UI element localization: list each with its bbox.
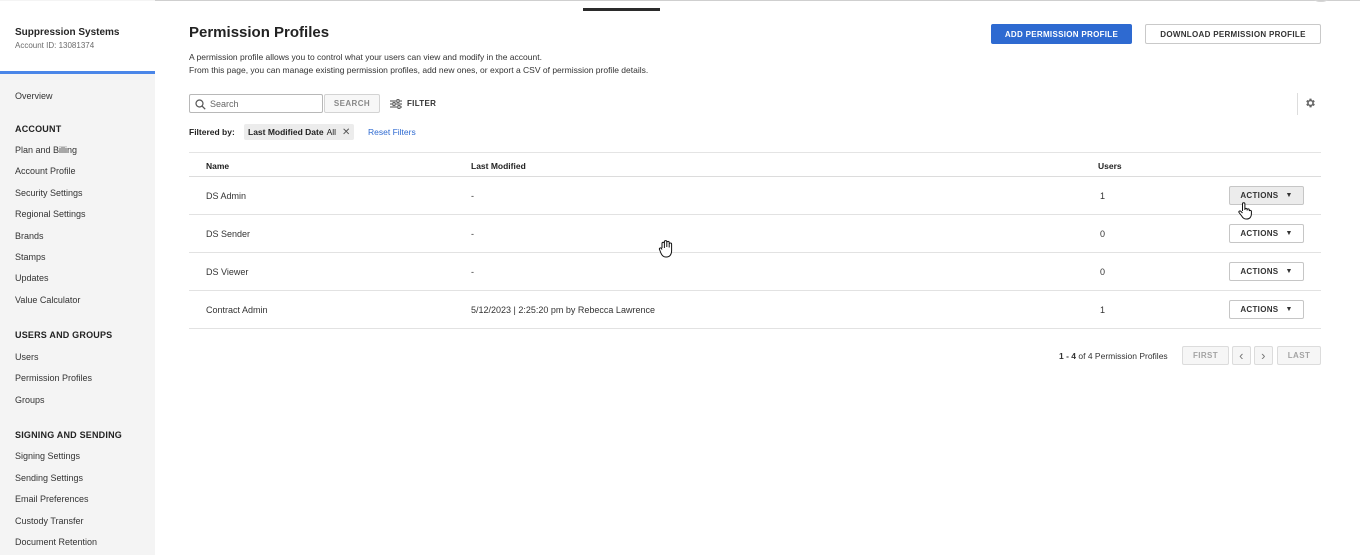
profile-name[interactable]: Contract Admin (206, 305, 268, 315)
last-modified: - (471, 267, 474, 277)
column-header-users[interactable]: Users (1098, 161, 1122, 171)
caret-down-icon: ▼ (1285, 192, 1293, 199)
actions-dropdown-button[interactable]: ACTIONS ▼ (1229, 224, 1304, 243)
last-modified: - (471, 229, 474, 239)
add-permission-profile-button[interactable]: ADD PERMISSION PROFILE (991, 24, 1132, 44)
search-icon (195, 99, 206, 110)
filter-chip-field: Last Modified Date (248, 127, 324, 137)
filter-label: FILTER (407, 99, 437, 108)
chevron-left-icon[interactable]: ‹ (1232, 346, 1251, 365)
window-drag-handle[interactable] (583, 8, 660, 11)
sidebar-item-users[interactable]: Users (15, 352, 39, 362)
filter-chip-value: All (326, 127, 337, 137)
permission-profiles-table: Name Last Modified Users DS Admin - 1 AC… (189, 152, 1321, 329)
page-description-line-2: From this page, you can manage existing … (189, 65, 649, 75)
sidebar-item-regional-settings[interactable]: Regional Settings (15, 209, 86, 219)
sidebar-item-email-preferences[interactable]: Email Preferences (15, 494, 89, 504)
window-top-border (0, 0, 1360, 1)
sidebar-item-overview[interactable]: Overview (15, 91, 53, 101)
caret-down-icon: ▼ (1285, 306, 1293, 313)
actions-label: ACTIONS (1240, 191, 1279, 200)
pagination-summary: 1 - 4 of 4 Permission Profiles (1059, 351, 1168, 361)
user-count: 1 (1100, 191, 1106, 201)
hand-grab-cursor-icon (658, 240, 673, 258)
filter-button[interactable]: FILTER (390, 96, 436, 111)
sidebar-item-value-calculator[interactable]: Value Calculator (15, 295, 80, 305)
filter-sliders-icon (390, 98, 402, 109)
filter-chip-last-modified[interactable]: Last Modified Date All ✕ (244, 124, 355, 140)
page-title: Permission Profiles (189, 24, 330, 41)
table-row: DS Viewer - 0 ACTIONS ▼ (189, 253, 1321, 291)
caret-down-icon: ▼ (1285, 230, 1293, 237)
sidebar-item-permission-profiles[interactable]: Permission Profiles (15, 373, 92, 383)
sidebar-item-stamps[interactable]: Stamps (15, 252, 46, 262)
account-id: Account ID: 13081374 (15, 41, 95, 50)
last-page-button[interactable]: LAST (1277, 346, 1321, 365)
table-row: DS Admin - 1 ACTIONS ▼ (189, 177, 1321, 215)
filtered-by-label: Filtered by: (189, 127, 235, 137)
sidebar-item-groups[interactable]: Groups (15, 395, 45, 405)
user-count: 0 (1100, 267, 1106, 277)
close-icon[interactable]: ✕ (342, 127, 350, 138)
table-header: Name Last Modified Users (189, 152, 1321, 177)
actions-label: ACTIONS (1240, 305, 1279, 314)
sidebar-item-account-profile[interactable]: Account Profile (15, 166, 76, 176)
user-count: 0 (1100, 229, 1106, 239)
pagination-total: of 4 Permission Profiles (1078, 351, 1168, 361)
actions-dropdown-button[interactable]: ACTIONS ▼ (1229, 300, 1304, 319)
toolbar-divider (1297, 93, 1298, 115)
search-field[interactable] (189, 94, 323, 113)
pointer-hand-cursor-icon (1238, 202, 1252, 220)
sidebar-heading-signing-and-sending: SIGNING AND SENDING (15, 430, 122, 440)
account-name: Suppression Systems (15, 27, 120, 38)
column-header-last-modified[interactable]: Last Modified (471, 161, 526, 171)
sidebar-item-brands[interactable]: Brands (15, 231, 44, 241)
sidebar-item-security-settings[interactable]: Security Settings (15, 188, 83, 198)
column-header-name[interactable]: Name (206, 161, 229, 171)
profile-name[interactable]: DS Sender (206, 229, 250, 239)
chevron-right-icon[interactable]: › (1254, 346, 1273, 365)
table-row: DS Sender - 0 ACTIONS ▼ (189, 215, 1321, 253)
pagination-range: 1 - 4 (1059, 351, 1077, 361)
reset-filters-link[interactable]: Reset Filters (368, 127, 416, 137)
profile-name[interactable]: DS Admin (206, 191, 246, 201)
user-count: 1 (1100, 305, 1106, 315)
first-page-button[interactable]: FIRST (1182, 346, 1229, 365)
sidebar-item-updates[interactable]: Updates (15, 273, 49, 283)
sidebar-heading-account: ACCOUNT (15, 124, 62, 134)
actions-label: ACTIONS (1240, 229, 1279, 238)
download-permission-profile-button[interactable]: DOWNLOAD PERMISSION PROFILE (1145, 24, 1321, 44)
profile-name[interactable]: DS Viewer (206, 267, 248, 277)
actions-dropdown-button[interactable]: ACTIONS ▼ (1229, 262, 1304, 281)
sidebar-item-custody-transfer[interactable]: Custody Transfer (15, 516, 84, 526)
sidebar-item-sending-settings[interactable]: Sending Settings (15, 473, 83, 483)
search-button[interactable]: SEARCH (324, 94, 380, 113)
search-input[interactable] (210, 97, 318, 110)
actions-label: ACTIONS (1240, 267, 1279, 276)
gear-icon[interactable] (1304, 97, 1316, 109)
sidebar-item-document-retention[interactable]: Document Retention (15, 537, 97, 547)
account-header: Suppression Systems Account ID: 13081374 (0, 1, 155, 74)
sidebar-heading-users-and-groups: USERS AND GROUPS (15, 330, 113, 340)
page-description-line-1: A permission profile allows you to contr… (189, 52, 542, 62)
last-modified: 5/12/2023 | 2:25:20 pm by Rebecca Lawren… (471, 305, 655, 315)
table-row: Contract Admin 5/12/2023 | 2:25:20 pm by… (189, 291, 1321, 329)
sidebar-item-plan-and-billing[interactable]: Plan and Billing (15, 145, 77, 155)
sidebar: Suppression Systems Account ID: 13081374… (0, 0, 155, 555)
last-modified: - (471, 191, 474, 201)
caret-down-icon: ▼ (1285, 268, 1293, 275)
sidebar-item-signing-settings[interactable]: Signing Settings (15, 451, 80, 461)
